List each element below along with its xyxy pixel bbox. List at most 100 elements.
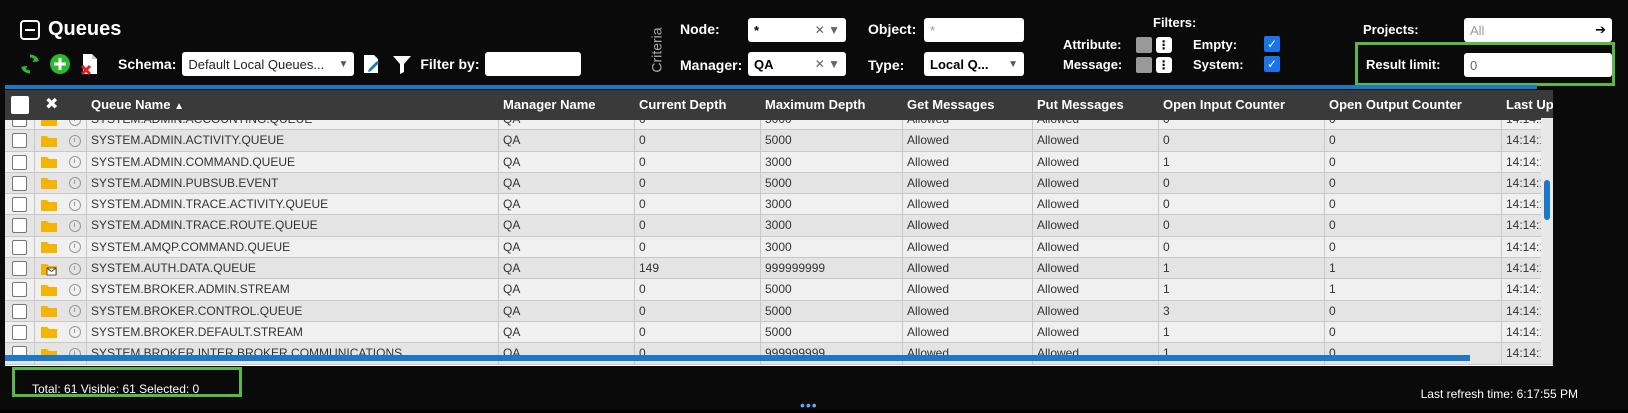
attribute-label: Attribute: bbox=[1063, 37, 1122, 52]
object-input[interactable]: * bbox=[924, 18, 1024, 42]
manager-name-cell: QA bbox=[499, 236, 635, 258]
put-messages-cell: Allowed bbox=[1033, 258, 1159, 280]
row-checkbox[interactable] bbox=[12, 154, 27, 170]
type-select[interactable]: Local Q... ▼ bbox=[924, 52, 1024, 76]
manager-label: Manager: bbox=[680, 57, 743, 73]
table-row[interactable]: SYSTEM.BROKER.CONTROL.QUEUE QA 0 5000 Allowe… bbox=[5, 300, 1553, 322]
title-row: Queues bbox=[20, 18, 121, 41]
filter-by-input[interactable] bbox=[485, 52, 582, 76]
clock-icon bbox=[68, 283, 81, 296]
table-row[interactable]: SYSTEM.BROKER.INTER.BROKER.COMMUNICATION… bbox=[5, 343, 1553, 365]
manager-name-cell: QA bbox=[499, 279, 635, 301]
select-all-checkbox[interactable] bbox=[11, 96, 29, 114]
empty-checkbox[interactable]: ✓ bbox=[1264, 36, 1280, 52]
attribute-checkbox[interactable] bbox=[1136, 36, 1152, 53]
row-checkbox[interactable] bbox=[12, 324, 27, 340]
arrow-right-icon[interactable]: ➔ bbox=[1595, 22, 1606, 38]
open-output-cell: 0 bbox=[1325, 130, 1502, 152]
row-checkbox[interactable] bbox=[12, 218, 27, 234]
refresh-icon[interactable] bbox=[18, 52, 42, 76]
table-row[interactable]: SYSTEM.ADMIN.COMMAND.QUEUE QA 0 3000 Allowed… bbox=[5, 151, 1553, 173]
get-messages-cell: Allowed bbox=[903, 321, 1033, 343]
queue-name-cell: SYSTEM.BROKER.DEFAULT.STREAM bbox=[87, 321, 499, 343]
row-checkbox-cell bbox=[5, 258, 35, 280]
row-checkbox[interactable] bbox=[12, 261, 27, 277]
add-icon[interactable] bbox=[48, 52, 72, 76]
col-last-update[interactable]: Last Upd bbox=[1502, 90, 1553, 120]
maximum-depth-cell: 5000 bbox=[761, 130, 903, 152]
filter-by-label: Filter by: bbox=[420, 56, 480, 72]
status-text: Total: 61 Visible: 61 Selected: 0 bbox=[32, 382, 200, 396]
schema-value: Default Local Queues... bbox=[188, 56, 325, 72]
row-icons-cell bbox=[35, 279, 87, 301]
row-checkbox-cell bbox=[5, 120, 35, 130]
col-get-messages[interactable]: Get Messages bbox=[903, 90, 1033, 120]
get-messages-cell: Allowed bbox=[903, 172, 1033, 194]
folder-icon bbox=[41, 157, 58, 169]
col-put-messages[interactable]: Put Messages bbox=[1033, 90, 1159, 120]
table-row[interactable]: SYSTEM.BROKER.ADMIN.STREAM QA 0 5000 Allowed… bbox=[5, 279, 1553, 301]
type-label: Type: bbox=[868, 57, 905, 73]
row-checkbox[interactable] bbox=[12, 133, 27, 149]
filter-icon[interactable] bbox=[390, 52, 414, 76]
put-messages-cell: Allowed bbox=[1033, 343, 1159, 365]
maximum-depth-cell: 5000 bbox=[761, 279, 903, 301]
col-maximum-depth[interactable]: Maximum Depth bbox=[761, 90, 903, 120]
attribute-menu-icon[interactable]: ⋮ bbox=[1155, 36, 1172, 53]
delete-document-icon[interactable] bbox=[78, 52, 102, 76]
row-icons-cell bbox=[35, 343, 87, 365]
open-input-cell: 1 bbox=[1159, 279, 1325, 301]
table-row[interactable]: SYSTEM.AUTH.DATA.QUEUE QA 149 999999999 Allo… bbox=[5, 258, 1553, 280]
clear-selection-icon[interactable]: ✖ bbox=[35, 90, 87, 120]
schema-select[interactable]: Default Local Queues... ▼ bbox=[182, 52, 355, 76]
clear-and-chevron-icon[interactable]: ✕ ▼ bbox=[815, 57, 840, 71]
edit-schema-icon[interactable] bbox=[360, 52, 384, 76]
row-checkbox[interactable] bbox=[12, 282, 27, 298]
folder-icon bbox=[41, 199, 58, 211]
col-open-output-counter[interactable]: Open Output Counter bbox=[1325, 90, 1502, 120]
row-checkbox[interactable] bbox=[12, 175, 27, 191]
result-limit-input[interactable]: 0 bbox=[1464, 53, 1612, 77]
put-messages-cell: Allowed bbox=[1033, 194, 1159, 216]
message-menu-icon[interactable]: ⋮ bbox=[1155, 56, 1172, 73]
resize-handle-icon[interactable]: ••• bbox=[800, 397, 818, 413]
system-checkbox[interactable]: ✓ bbox=[1264, 56, 1280, 72]
table-row[interactable]: SYSTEM.AMQP.COMMAND.QUEUE QA 0 3000 Allowed A… bbox=[5, 236, 1553, 259]
type-value: Local Q... bbox=[930, 56, 989, 72]
col-current-depth[interactable]: Current Depth bbox=[635, 90, 761, 120]
queue-name-cell: SYSTEM.AMQP.COMMAND.QUEUE bbox=[87, 236, 499, 258]
manager-name-cell: QA bbox=[499, 151, 635, 173]
table-row[interactable]: SYSTEM.BROKER.DEFAULT.STREAM QA 0 5000 Allow… bbox=[5, 321, 1553, 344]
col-open-input-counter[interactable]: Open Input Counter bbox=[1159, 90, 1325, 120]
get-messages-cell: Allowed bbox=[903, 215, 1033, 237]
queue-name-cell: SYSTEM.ADMIN.PUBSUB.EVENT bbox=[87, 172, 499, 194]
row-icons-cell bbox=[35, 151, 87, 173]
vertical-scrollbar[interactable] bbox=[1541, 118, 1553, 360]
row-icons-cell bbox=[35, 215, 87, 237]
collapse-icon[interactable] bbox=[20, 19, 40, 40]
row-checkbox[interactable] bbox=[12, 303, 27, 319]
queue-name-cell: SYSTEM.ADMIN.COMMAND.QUEUE bbox=[87, 151, 499, 173]
clear-clear-and-chevron-icon[interactable]: ✕ ▼ bbox=[815, 23, 840, 37]
queue-name-cell: SYSTEM.ADMIN.TRACE.ROUTE.QUEUE bbox=[87, 215, 499, 237]
node-select[interactable]: * ✕ ▼ bbox=[748, 18, 846, 42]
open-input-cell: 0 bbox=[1159, 236, 1325, 258]
table-row[interactable]: SYSTEM.ADMIN.ACTIVITY.QUEUE QA 0 5000 Allowe… bbox=[5, 130, 1553, 152]
horizontal-scrollbar[interactable] bbox=[5, 355, 1470, 361]
vertical-scrollbar-thumb[interactable] bbox=[1544, 180, 1550, 220]
table-row[interactable]: SYSTEM.ADMIN.ACCOUNTING.QUEUEQA05000Allo… bbox=[5, 120, 1553, 131]
row-checkbox[interactable] bbox=[12, 197, 27, 213]
chevron-down-icon: ▼ bbox=[338, 58, 349, 70]
projects-input[interactable]: All ➔ bbox=[1464, 18, 1612, 42]
table-row[interactable]: SYSTEM.ADMIN.PUBSUB.EVENT QA 0 5000 Allowed A… bbox=[5, 172, 1553, 195]
col-manager-name[interactable]: Manager Name bbox=[499, 90, 635, 120]
manager-select[interactable]: QA ✕ ▼ bbox=[748, 52, 846, 76]
row-icons-cell bbox=[35, 300, 87, 322]
col-queue-name[interactable]: Queue Name ▲ bbox=[87, 90, 499, 120]
row-checkbox[interactable] bbox=[12, 120, 27, 127]
table-row[interactable]: SYSTEM.ADMIN.TRACE.ACTIVITY.QUEUE QA 0 3000… bbox=[5, 194, 1553, 216]
row-checkbox[interactable] bbox=[12, 239, 27, 255]
message-checkbox[interactable] bbox=[1136, 56, 1152, 73]
current-depth-cell: 0 bbox=[635, 172, 761, 194]
table-row[interactable]: SYSTEM.ADMIN.TRACE.ROUTE.QUEUE QA 0 3000 All… bbox=[5, 215, 1553, 237]
